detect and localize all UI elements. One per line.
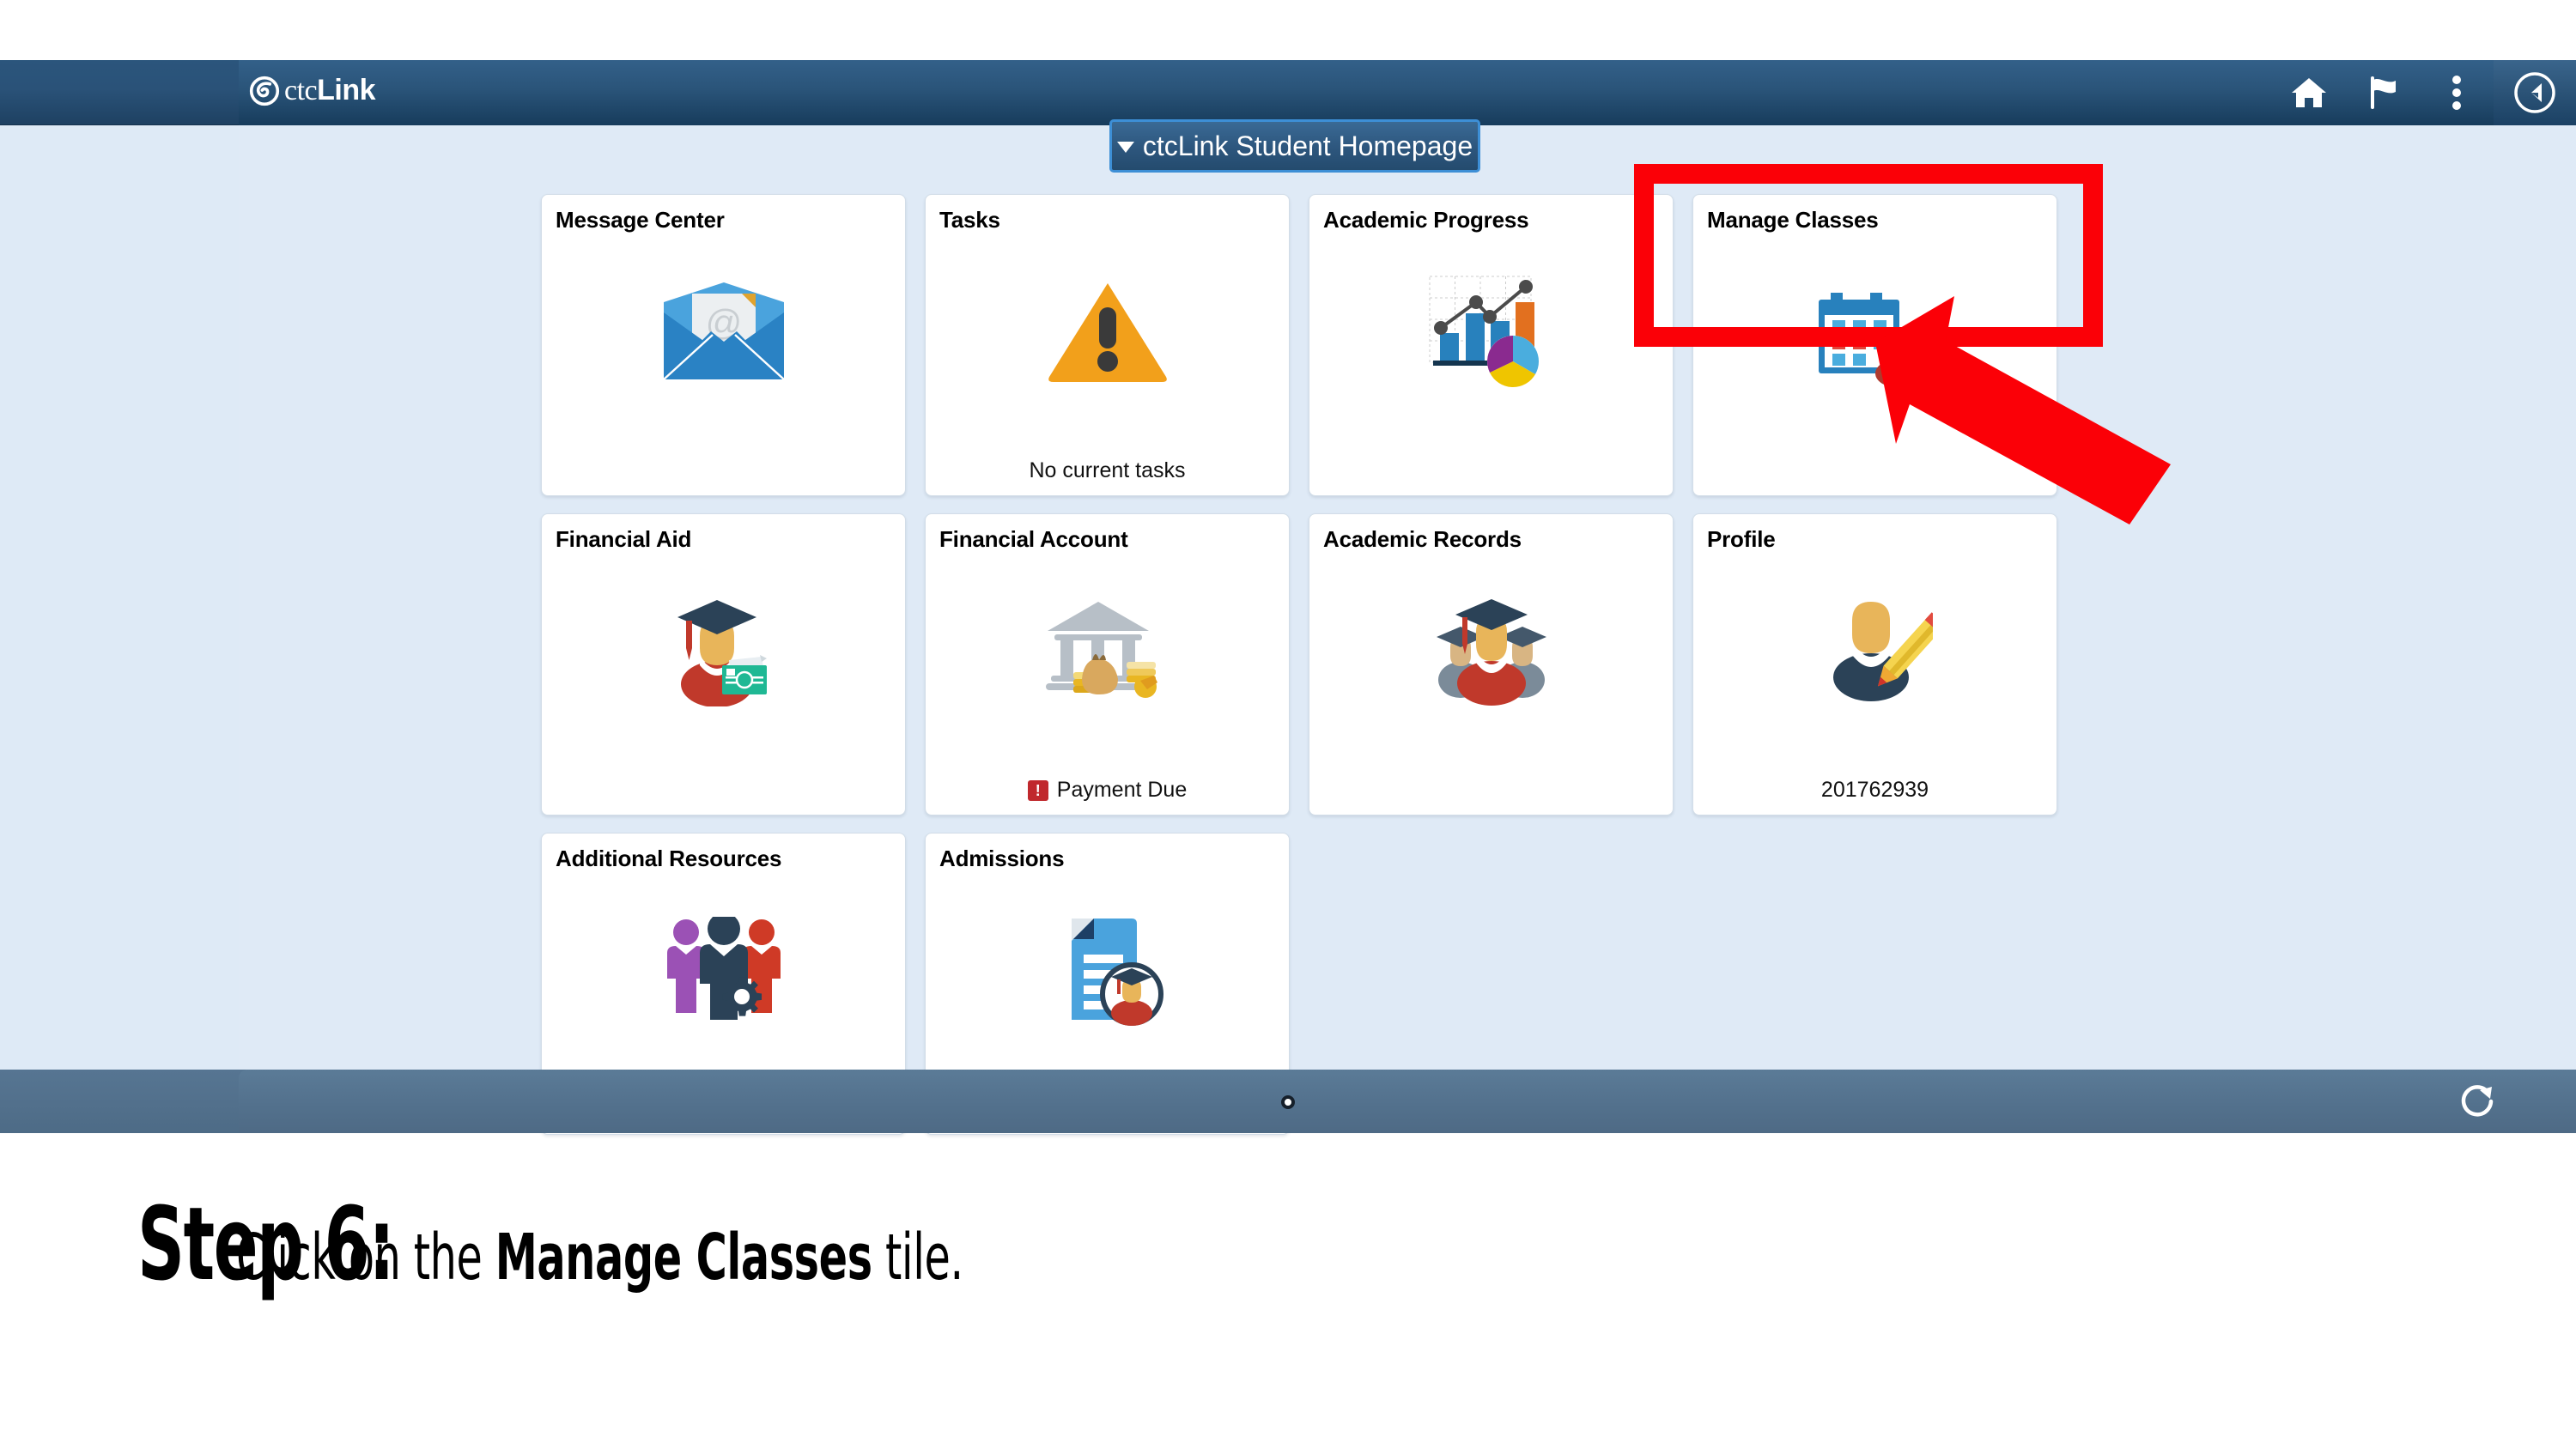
- tile-title: Manage Classes: [1707, 207, 1879, 233]
- brand-wordmark: ctcLink: [284, 74, 376, 106]
- tile-tasks[interactable]: Tasks No current tasks: [925, 194, 1290, 496]
- tile-footer: No current tasks: [926, 458, 1289, 483]
- tile-academic-records[interactable]: Academic Records: [1309, 513, 1674, 815]
- tile-title: Financial Aid: [556, 526, 692, 552]
- tile-financial-aid[interactable]: Financial Aid: [541, 513, 906, 815]
- tile-title: Financial Account: [939, 526, 1128, 552]
- step-instruction: Click on the Manage Classes tile.: [236, 1221, 963, 1294]
- instruction-emphasis: Manage Classes: [495, 1221, 872, 1294]
- bottom-toolbar-inner: [239, 1070, 2576, 1133]
- warning-triangle-icon: [926, 250, 1289, 413]
- step-caption: Step 6: Click on the Manage Classes tile…: [0, 1185, 2576, 1399]
- kebab-menu-icon[interactable]: [2420, 60, 2494, 125]
- tile-title: Additional Resources: [556, 846, 782, 871]
- person-pencil-icon: [1693, 569, 2057, 732]
- tile-message-center[interactable]: Message Center @: [541, 194, 906, 496]
- homepage-canvas: Message Center @ Tasks No current tasks …: [0, 125, 2576, 1135]
- tile-title: Admissions: [939, 846, 1065, 871]
- chevron-down-icon: [1116, 142, 1134, 153]
- tile-financial-account[interactable]: Financial Account ! Payment Due: [925, 513, 1290, 815]
- graduate-money-icon: [542, 569, 905, 732]
- bank-coins-icon: [926, 569, 1289, 732]
- page-title-dropdown[interactable]: ctcLink Student Homepage: [1109, 119, 1480, 173]
- tile-title: Profile: [1707, 526, 1776, 552]
- document-graduate-icon: [926, 888, 1289, 1052]
- tile-grid: Message Center @ Tasks No current tasks …: [541, 194, 2057, 1135]
- bottom-toolbar: [0, 1070, 2576, 1133]
- brand-prefix: ctc: [284, 75, 318, 106]
- home-icon[interactable]: [2272, 60, 2346, 125]
- page-title: ctcLink Student Homepage: [1142, 130, 1473, 161]
- bar-line-pie-chart-icon: [1309, 250, 1673, 413]
- ctclink-screenshot: ctcLink ctcLink Student Homepage Message…: [0, 60, 2576, 1135]
- tile-profile[interactable]: Profile 201762939: [1692, 513, 2057, 815]
- payment-due-alert-icon: !: [1027, 779, 1048, 801]
- tile-manage-classes[interactable]: Manage Classes: [1692, 194, 2057, 496]
- tile-footer-text: Payment Due: [1056, 778, 1188, 802]
- ctclink-spiral-logo-icon: [249, 76, 280, 106]
- app-header: ctcLink ctcLink Student Homepage: [0, 60, 2576, 173]
- people-gear-icon: [542, 888, 905, 1052]
- student-id: 201762939: [1820, 778, 1929, 802]
- graduates-group-icon: [1309, 569, 1673, 732]
- page-dot-indicator[interactable]: [1281, 1095, 1295, 1109]
- brand-suffix: Link: [317, 74, 376, 106]
- tile-footer: ! Payment Due: [926, 778, 1289, 803]
- tile-footer-text: No current tasks: [1029, 458, 1186, 482]
- calendar-graduate-icon: [1693, 250, 2057, 413]
- app-header-inner: [239, 60, 2576, 125]
- instruction-before: Click on the: [235, 1221, 495, 1294]
- tile-title: Academic Records: [1323, 526, 1522, 552]
- navbar-compass-icon[interactable]: [2494, 60, 2576, 125]
- tile-title: Academic Progress: [1323, 207, 1529, 233]
- header-icon-group: [2272, 60, 2576, 125]
- tile-footer: 201762939: [1693, 778, 2057, 803]
- tile-title: Tasks: [939, 207, 1000, 233]
- tile-academic-progress[interactable]: Academic Progress: [1309, 194, 1674, 496]
- ctclink-logo[interactable]: ctcLink: [249, 74, 376, 106]
- instruction-after: tile.: [872, 1221, 963, 1294]
- envelope-at-icon: @: [542, 250, 905, 413]
- flag-icon[interactable]: [2346, 60, 2420, 125]
- refresh-icon[interactable]: [2458, 1082, 2497, 1121]
- tile-title: Message Center: [556, 207, 725, 233]
